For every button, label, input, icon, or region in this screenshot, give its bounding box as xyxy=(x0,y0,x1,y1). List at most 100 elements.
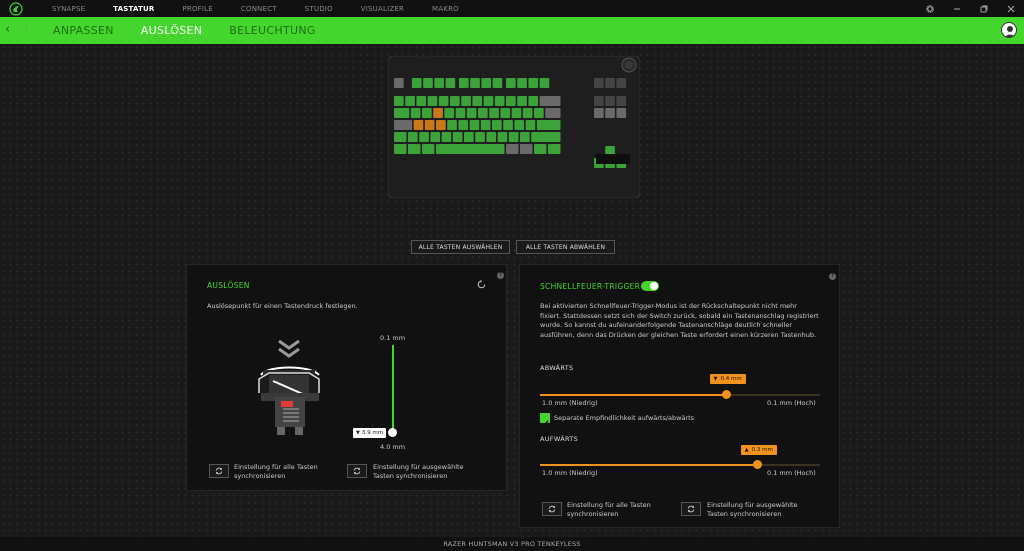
keyboard-key[interactable] xyxy=(492,120,502,130)
keyboard-key[interactable] xyxy=(500,108,511,118)
nav-visualizer[interactable]: VISUALIZER xyxy=(361,5,404,13)
keyboard-key[interactable] xyxy=(461,96,471,106)
keyboard-key[interactable] xyxy=(517,96,527,106)
keyboard-key[interactable] xyxy=(441,132,452,142)
help-icon[interactable]: ? xyxy=(497,272,504,279)
keyboard-key[interactable] xyxy=(447,120,457,130)
avatar[interactable] xyxy=(1001,22,1017,38)
nav-tastatur[interactable]: TASTATUR xyxy=(113,5,154,13)
keyboard-key[interactable] xyxy=(548,144,561,154)
sync-all-button[interactable] xyxy=(209,464,229,478)
select-all-keys-button[interactable]: ALLE TASTEN AUSWÄHLEN xyxy=(411,240,510,254)
keyboard-key[interactable] xyxy=(605,96,615,106)
keyboard-key[interactable] xyxy=(450,96,460,106)
nav-studio[interactable]: STUDIO xyxy=(305,5,333,13)
keyboard-key[interactable] xyxy=(464,132,474,142)
keyboard-key[interactable] xyxy=(525,120,536,130)
keyboard-key[interactable] xyxy=(434,78,445,88)
keyboard-key[interactable] xyxy=(475,132,485,142)
keyboard-key[interactable] xyxy=(481,78,492,88)
separate-sensitivity-checkbox[interactable] xyxy=(540,413,550,427)
keyboard-key[interactable] xyxy=(394,108,410,118)
keyboard-key[interactable] xyxy=(480,120,491,130)
keyboard-key[interactable] xyxy=(594,108,604,118)
actuation-slider-thumb[interactable] xyxy=(388,428,397,438)
keyboard-key[interactable] xyxy=(458,78,469,88)
keyboard-key[interactable] xyxy=(394,132,407,142)
keyboard-key[interactable] xyxy=(422,144,435,154)
keyboard-key[interactable] xyxy=(594,96,604,106)
keyboard-key[interactable] xyxy=(424,120,435,130)
keyboard-key[interactable] xyxy=(616,108,627,118)
keyboard-key[interactable] xyxy=(506,144,519,154)
keyboard-key[interactable] xyxy=(413,120,424,130)
keyboard-key[interactable] xyxy=(534,144,547,154)
tab-anpassen[interactable]: ANPASSEN xyxy=(53,24,114,37)
keyboard-key[interactable] xyxy=(511,108,522,118)
keyboard-key[interactable] xyxy=(522,108,533,118)
forward-arrow-icon[interactable]: › xyxy=(24,23,29,37)
keyboard-key[interactable] xyxy=(520,132,530,142)
keyboard-key[interactable] xyxy=(528,78,539,88)
keyboard-key[interactable] xyxy=(492,78,503,88)
down-slider-track[interactable] xyxy=(540,394,820,396)
keyboard-key[interactable] xyxy=(508,132,519,142)
keyboard-key[interactable] xyxy=(486,132,497,142)
keyboard-key[interactable] xyxy=(616,96,627,106)
keyboard-key[interactable] xyxy=(416,96,427,106)
nav-connect[interactable]: CONNECT xyxy=(241,5,277,13)
keyboard-key[interactable] xyxy=(466,108,477,118)
deselect-all-keys-button[interactable]: ALLE TASTEN ABWÄHLEN xyxy=(516,240,615,254)
keyboard-key[interactable] xyxy=(539,78,550,88)
keyboard-key[interactable] xyxy=(506,78,516,88)
keyboard-key[interactable] xyxy=(531,132,561,142)
keyboard-key[interactable] xyxy=(534,108,544,118)
keyboard-key[interactable] xyxy=(503,120,513,130)
back-arrow-icon[interactable]: ‹ xyxy=(5,23,10,37)
keyboard-key[interactable] xyxy=(405,96,415,106)
keyboard-key[interactable] xyxy=(494,96,505,106)
keyboard-key[interactable] xyxy=(605,108,615,118)
sync-selected-button[interactable] xyxy=(681,502,701,516)
nav-makro[interactable]: MAKRO xyxy=(432,5,459,13)
sync-all-button[interactable] xyxy=(542,502,562,516)
keyboard-key[interactable] xyxy=(445,78,456,88)
keyboard-key[interactable] xyxy=(438,96,449,106)
minimize-button[interactable] xyxy=(943,0,970,17)
tab-ausloesen[interactable]: AUSLÖSEN xyxy=(141,24,203,37)
tab-beleuchtung[interactable]: BELEUCHTUNG xyxy=(229,24,315,37)
keyboard-key[interactable] xyxy=(539,96,561,106)
up-slider-track[interactable] xyxy=(540,464,820,466)
keyboard-key[interactable] xyxy=(536,120,561,130)
keyboard-key[interactable] xyxy=(452,132,463,142)
keyboard-key[interactable] xyxy=(528,96,539,106)
keyboard-key[interactable] xyxy=(410,108,421,118)
actuation-slider-track[interactable] xyxy=(392,345,394,435)
keyboard-key[interactable] xyxy=(394,96,404,106)
maximize-button[interactable] xyxy=(970,0,997,17)
keyboard-key[interactable] xyxy=(469,120,480,130)
keyboard-image[interactable] xyxy=(388,56,640,198)
settings-button[interactable] xyxy=(916,0,943,17)
keyboard-key[interactable] xyxy=(436,144,505,154)
keyboard-key[interactable] xyxy=(506,96,516,106)
keyboard-key[interactable] xyxy=(394,78,404,88)
keyboard-key[interactable] xyxy=(433,108,443,118)
keyboard-key[interactable] xyxy=(478,108,488,118)
keyboard-key[interactable] xyxy=(472,96,483,106)
keyboard-key[interactable] xyxy=(430,132,441,142)
keyboard-key[interactable] xyxy=(394,120,413,130)
keyboard-key[interactable] xyxy=(605,78,615,88)
sync-selected-button[interactable] xyxy=(347,464,367,478)
keyboard-key[interactable] xyxy=(470,78,480,88)
keyboard-key[interactable] xyxy=(427,96,438,106)
keyboard-key[interactable] xyxy=(423,78,433,88)
keyboard-key[interactable] xyxy=(455,108,466,118)
down-slider-thumb[interactable] xyxy=(722,390,732,399)
nav-synapse[interactable]: SYNAPSE xyxy=(52,5,85,13)
keyboard-key[interactable] xyxy=(489,108,499,118)
keyboard-key[interactable] xyxy=(411,78,422,88)
nav-profile[interactable]: PROFILE xyxy=(182,5,212,13)
keyboard-key[interactable] xyxy=(436,120,446,130)
keyboard-key[interactable] xyxy=(422,108,432,118)
